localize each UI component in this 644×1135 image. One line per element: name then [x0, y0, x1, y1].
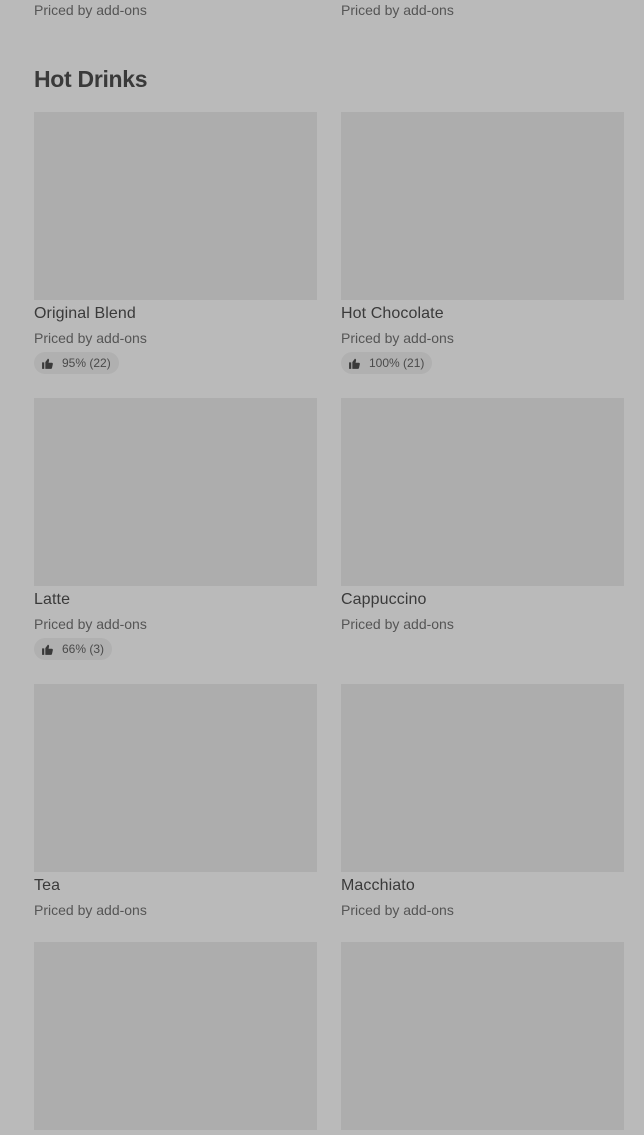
- item-image[interactable]: [34, 398, 317, 586]
- item-image[interactable]: [341, 684, 624, 872]
- rating-text: 66% (3): [62, 642, 105, 656]
- rating-text: 95% (22): [62, 356, 111, 370]
- rating-badge: 95% (22): [34, 352, 119, 374]
- item-image[interactable]: [341, 398, 624, 586]
- item-subtitle: Priced by add-ons: [341, 902, 454, 918]
- menu-item-card[interactable]: Cappuccino Priced by add-ons: [341, 398, 624, 632]
- menu-item-card[interactable]: Hot Chocolate Priced by add-ons 100% (21…: [341, 112, 624, 375]
- rating-badge: 100% (21): [341, 352, 433, 374]
- menu-item-card[interactable]: Macchiato Priced by add-ons: [341, 684, 624, 918]
- item-subtitle: Priced by add-ons: [341, 616, 454, 632]
- item-image[interactable]: [34, 942, 317, 1130]
- item-name: Macchiato: [341, 877, 415, 894]
- item-image[interactable]: [34, 112, 317, 300]
- item-name: Latte: [34, 591, 71, 608]
- menu-item-card[interactable]: [34, 942, 317, 1130]
- item-subtitle: Priced by add-ons: [34, 902, 147, 918]
- item-image[interactable]: [341, 112, 624, 300]
- menu-item-card[interactable]: Tea Priced by add-ons: [34, 684, 317, 918]
- rating-text: 100% (21): [369, 356, 425, 370]
- item-subtitle: Priced by add-ons: [341, 330, 454, 346]
- item-subtitle: Priced by add-ons: [34, 2, 147, 18]
- previous-section-tail: Priced by add-ons Priced by add-ons: [0, 0, 644, 18]
- item-subtitle: Priced by add-ons: [341, 2, 454, 18]
- menu-item-card[interactable]: Latte Priced by add-ons 66% (3): [34, 398, 317, 661]
- menu-item-card[interactable]: Original Blend Priced by add-ons 95% (22…: [34, 112, 317, 375]
- item-image[interactable]: [341, 942, 624, 1130]
- menu-item-card[interactable]: [341, 942, 624, 1130]
- item-subtitle: Priced by add-ons: [34, 616, 147, 632]
- item-name: Hot Chocolate: [341, 305, 444, 322]
- item-name: Original Blend: [34, 305, 136, 322]
- thumbs-up-icon: [349, 358, 360, 369]
- thumbs-up-icon: [42, 644, 53, 655]
- item-name: Tea: [34, 877, 61, 894]
- item-subtitle: Priced by add-ons: [34, 330, 147, 346]
- thumbs-up-icon: [42, 358, 53, 369]
- section-title: Hot Drinks: [34, 66, 148, 92]
- item-image[interactable]: [34, 684, 317, 872]
- rating-badge: 66% (3): [34, 638, 113, 660]
- item-name: Cappuccino: [341, 591, 427, 608]
